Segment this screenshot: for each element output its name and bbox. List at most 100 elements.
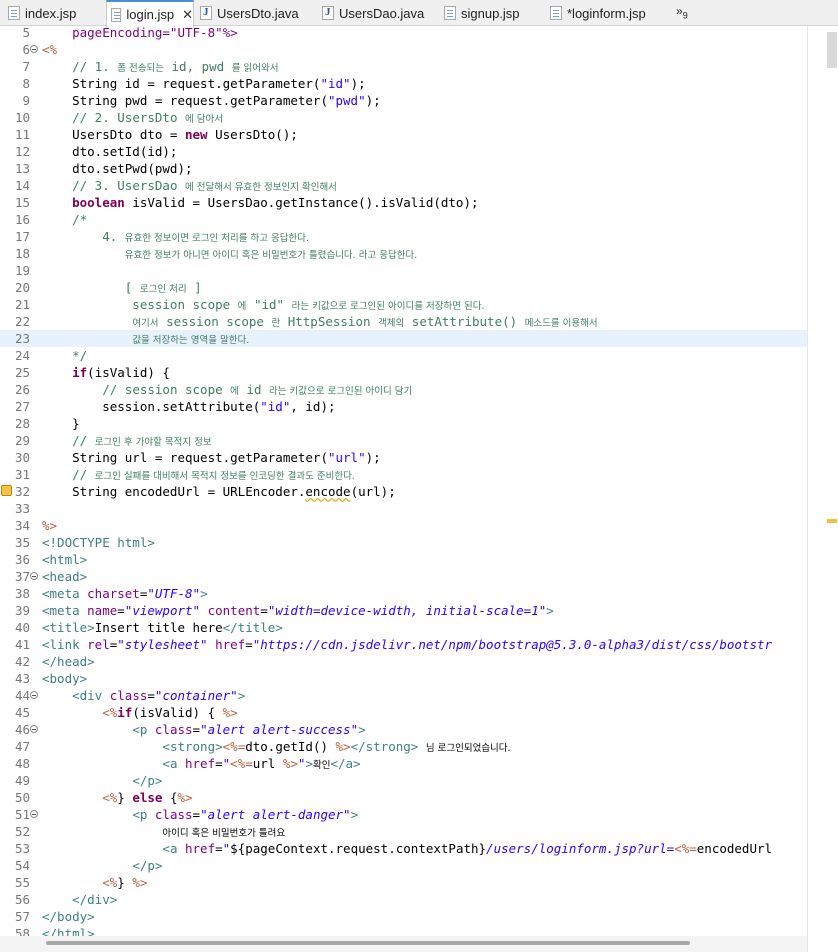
code-editor[interactable]: 5 pageEncoding="UTF-8"%> 6 <% 7 // 1. 폼 전송되… [0,26,807,936]
code-line[interactable]: 30 String url = request.getParameter("ur… [0,449,807,466]
code-line[interactable]: 43 <body> [0,670,807,687]
code-line[interactable]: 48 <a href="<%=url %>">확인</a> [0,755,807,772]
code-line[interactable]: 38 <meta charset="UTF-8"> [0,585,807,602]
code-line[interactable]: 58 </html> [0,925,807,936]
code-token: "url" [327,450,366,465]
code-token: UsersDto(); [207,127,298,142]
line-number: 7 [22,59,30,74]
code-line[interactable]: 5 pageEncoding="UTF-8"%> [0,26,807,41]
code-token: ); [365,93,381,108]
code-line[interactable]: 9 String pwd = request.getParameter("pwd… [0,92,807,109]
code-token: 아이디 혹은 비밀번호가 틀려요 [162,828,286,839]
code-line[interactable]: 28 } [0,415,807,432]
code-line[interactable]: 46 <p class="alert alert-success"> [0,721,807,738]
warning-icon[interactable] [1,485,12,496]
code-line[interactable]: 20 [ 로그인 처리 ] [0,279,807,296]
code-text: </p> [42,857,162,874]
overview-ruler[interactable] [807,26,838,952]
code-line[interactable]: 13 dto.setPwd(pwd); [0,160,807,177]
code-line[interactable]: 55 <%} %> [0,874,807,891]
code-line[interactable]: 54 </p> [0,857,807,874]
code-line[interactable]: 27 session.setAttribute("id", id); [0,398,807,415]
code-line[interactable]: 8 String id = request.getParameter("id")… [0,75,807,92]
code-line[interactable]: 41 <link rel="stylesheet" href="https://c… [0,636,807,653]
code-line[interactable]: 10 // 2. UsersDto 에 담아서 [0,109,807,126]
jsp-file-icon [111,7,122,22]
tab-login-jsp[interactable]: login.jsp ✕ [106,0,194,27]
code-line[interactable]: 24 */ [0,347,807,364]
code-line[interactable]: 15 boolean isValid = UsersDao.getInstanc… [0,194,807,211]
code-line[interactable]: 6 <% [0,41,807,58]
fold-toggle-icon[interactable] [30,45,38,53]
code-line[interactable]: 51 <p class="alert alert-danger"> [0,806,807,823]
code-line[interactable]: 52 아이디 혹은 비밀번호가 틀려요 [0,823,807,840]
tab-signup-jsp[interactable]: signup.jsp [444,0,520,26]
code-line[interactable]: 39 <meta name="viewport" content="width=d… [0,602,807,619]
code-line[interactable]: 12 dto.setId(id); [0,143,807,160]
code-line[interactable]: 49 </p> [0,772,807,789]
code-line[interactable]: 36 <html> [0,551,807,568]
code-line[interactable]: 35 <!DOCTYPE html> [0,534,807,551]
code-line[interactable]: 56 </div> [0,891,807,908]
line-number: 14 [14,178,30,193]
tab-loginform-jsp[interactable]: *loginform.jsp [550,0,646,26]
code-line[interactable]: 14 // 3. UsersDao 에 전달해서 유효한 정보인지 확인해서 [0,177,807,194]
code-line[interactable]: 23 값을 저장하는 영역을 말한다. [0,330,807,347]
fold-toggle-icon[interactable] [30,691,38,699]
code-token: </title> [222,620,283,635]
fold-toggle-icon[interactable] [30,725,38,733]
code-text: /* [42,211,87,228]
code-token: </div> [72,892,118,907]
tab-overflow-button[interactable]: »9 [676,4,688,20]
code-token: <a [162,756,185,771]
vertical-scrollbar-thumb[interactable] [827,32,837,68]
close-icon[interactable]: ✕ [182,7,193,23]
code-line[interactable]: 21 session scope 에 "id" 라는 키값으로 로그인된 아이디… [0,296,807,313]
code-line[interactable]: 22 여기서 session scope 란 HttpSession 객체의 s… [0,313,807,330]
code-text: <link rel="stylesheet" href="https://cdn… [42,636,772,653]
code-token: <% [102,705,118,720]
tab-usersdto-java[interactable]: UsersDto.java [200,0,299,26]
code-token: class [109,688,148,703]
code-line[interactable]: 37 <head> [0,568,807,585]
code-line[interactable]: 50 <%} else {%> [0,789,807,806]
code-line[interactable]: 42 </head> [0,653,807,670]
code-line[interactable]: 33 [0,500,807,517]
code-line[interactable]: 32 String encodedUrl = URLEncoder.encode… [0,483,807,500]
code-line[interactable]: 18 유효한 정보가 아니면 아이디 혹은 비밀번호가 틀렸습니다. 라고 응답… [0,245,807,262]
fold-toggle-icon[interactable] [30,572,38,580]
code-line[interactable]: 17 4. 유효한 정보이면 로그인 처리를 하고 응답한다. [0,228,807,245]
code-line[interactable]: 45 <%if(isValid) { %> [0,704,807,721]
code-token: class [154,722,193,737]
warning-marker[interactable] [827,519,837,523]
code-token: (url); [350,484,396,499]
tab-index-jsp[interactable]: index.jsp [8,0,76,26]
code-token: (isValid) { [132,705,223,720]
code-line[interactable]: 34 %> [0,517,807,534]
code-line[interactable]: 57 </body> [0,908,807,925]
line-number: 46 [14,722,30,737]
code-line[interactable]: 40 <title>Insert title here</title> [0,619,807,636]
code-line[interactable]: 29 // 로그인 후 가야할 목적지 정보 [0,432,807,449]
horizontal-scrollbar-thumb[interactable] [46,941,690,945]
code-token: 에 전달해서 유효한 정보인지 확인해서 [185,182,337,193]
code-line[interactable]: 11 UsersDto dto = new UsersDto(); [0,126,807,143]
code-line[interactable]: 26 // session scope 에 id 라는 키값으로 로그인된 아이… [0,381,807,398]
code-line[interactable]: 31 // 로그인 실패를 대비해서 목적지 정보를 인코딩한 결과도 준비한다… [0,466,807,483]
tab-usersdao-java[interactable]: UsersDao.java [322,0,424,26]
code-line[interactable]: 44 <div class="container"> [0,687,807,704]
code-text: </body> [42,908,95,925]
code-line[interactable]: 19 [0,262,807,279]
code-line[interactable]: 16 /* [0,211,807,228]
code-line[interactable]: 47 <strong><%=dto.getId() %></strong> 님 … [0,738,807,755]
code-token: /users/loginform.jsp?url= [486,841,675,856]
code-text: <meta name="viewport" content="width=dev… [42,602,554,619]
code-line[interactable]: 7 // 1. 폼 전송되는 id, pwd 를 읽어와서 [0,58,807,75]
code-line[interactable]: 25 if(isValid) { [0,364,807,381]
horizontal-scrollbar[interactable] [0,936,807,952]
line-number: 43 [14,671,30,686]
fold-toggle-icon[interactable] [30,810,38,818]
code-token: </strong> [350,739,419,754]
line-number: 13 [14,161,30,176]
code-line[interactable]: 53 <a href="${pageContext.request.contex… [0,840,807,857]
